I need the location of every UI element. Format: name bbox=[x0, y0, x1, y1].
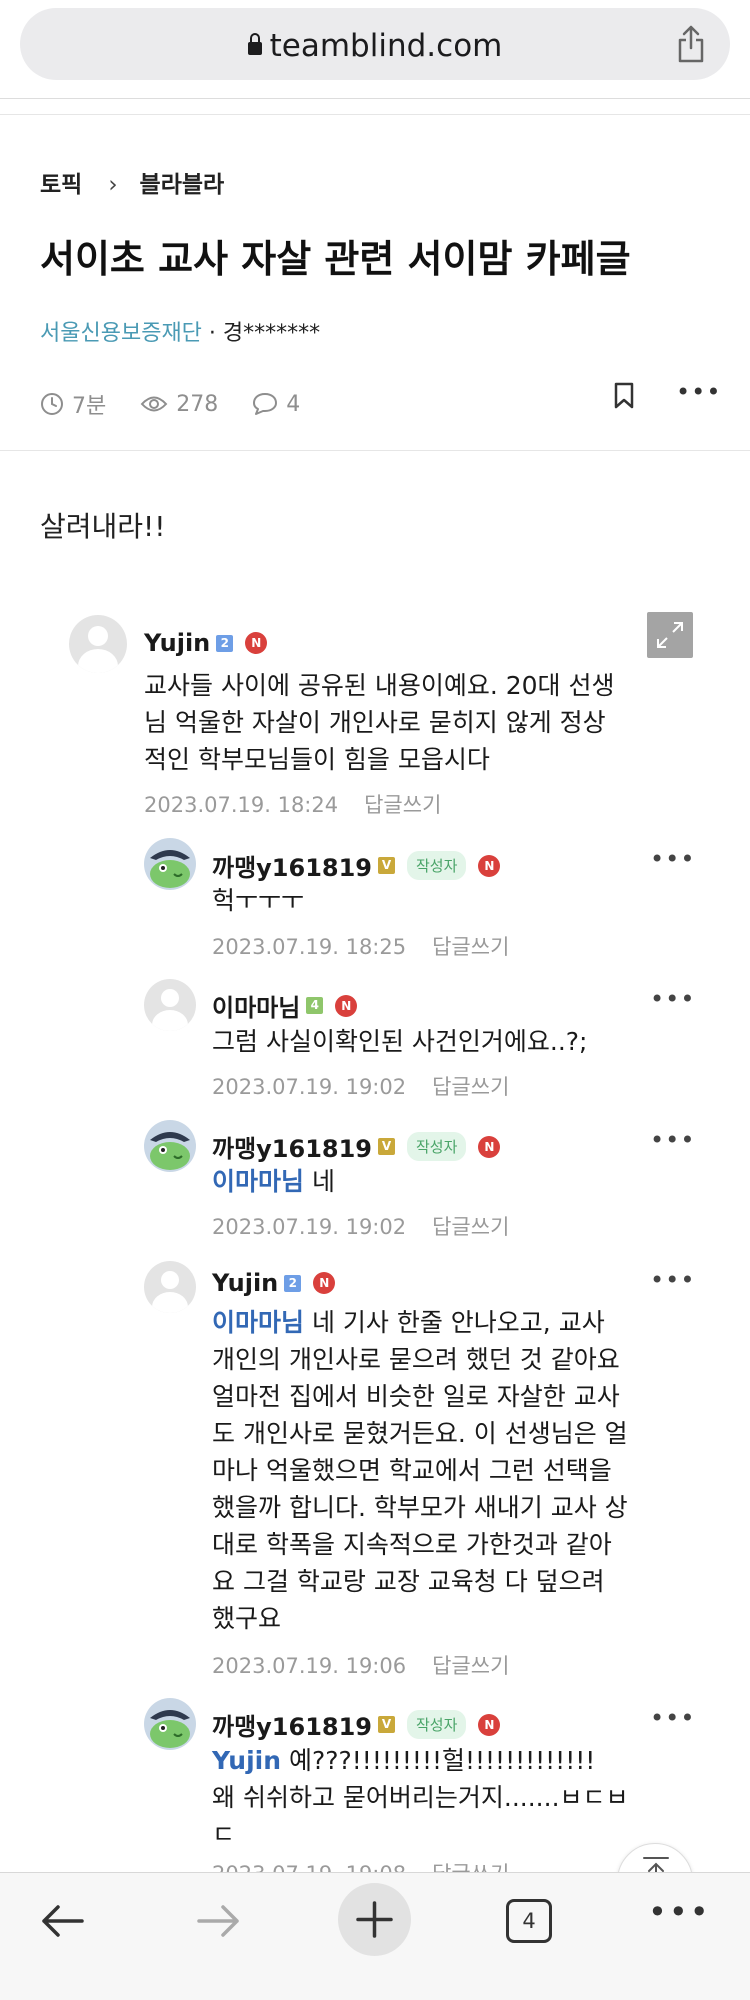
comment-username[interactable]: Yujin 2 N bbox=[144, 629, 268, 657]
comment-username[interactable]: 이마마님 4 N bbox=[212, 988, 358, 1023]
comment-date: 2023.07.19. 18:25 bbox=[212, 935, 407, 959]
comment-meta: 2023.07.19. 19:02 답글쓰기 bbox=[212, 1211, 509, 1241]
comment-username[interactable]: 까맹y161819 V 작성자 N bbox=[212, 1129, 501, 1164]
verified-badge: V bbox=[378, 857, 395, 874]
comment-text: 교사들 사이에 공유된 내용이예요. 20대 선생 님 억울한 자살이 개인사로… bbox=[144, 671, 615, 774]
post-meta: 7분 278 4 bbox=[40, 388, 334, 420]
new-badge: N bbox=[245, 632, 268, 654]
comments-meta[interactable]: 4 bbox=[252, 392, 300, 417]
post-views: 278 bbox=[176, 391, 219, 417]
clock-icon bbox=[41, 393, 63, 415]
comment-text: 헉ㅜㅜㅜ bbox=[212, 886, 305, 915]
browser-toolbar: 4 ••• bbox=[0, 1872, 750, 2000]
reply-link[interactable]: 답글쓰기 bbox=[432, 1075, 509, 1099]
author-badge: 작성자 bbox=[407, 851, 467, 880]
breadcrumb-board[interactable]: 블라블라 bbox=[140, 172, 225, 198]
verified-badge: V bbox=[378, 1138, 395, 1155]
comment-more-icon[interactable]: ••• bbox=[650, 1266, 695, 1294]
new-badge: N bbox=[478, 1135, 501, 1158]
new-tab-button[interactable] bbox=[338, 1883, 411, 1956]
plus-icon bbox=[356, 1901, 393, 1938]
expand-icon[interactable] bbox=[647, 612, 693, 658]
author-badge: 작성자 bbox=[407, 1710, 467, 1739]
comment-date: 2023.07.19. 18:24 bbox=[144, 793, 339, 817]
reply-link[interactable]: 답글쓰기 bbox=[364, 793, 441, 817]
breadcrumb-topic[interactable]: 토픽 bbox=[40, 172, 82, 198]
post-more-icon[interactable]: ••• bbox=[676, 378, 721, 406]
comment-username[interactable]: 까맹y161819 V 작성자 N bbox=[212, 1707, 501, 1742]
comment-text: 그럼 사실이확인된 사건인거에요..?; bbox=[212, 1027, 588, 1056]
mention-link[interactable]: 이마마님 bbox=[212, 1308, 304, 1337]
post-body: 살려내라!! bbox=[40, 510, 166, 543]
lock-icon bbox=[247, 33, 262, 55]
comment-more-icon[interactable]: ••• bbox=[650, 985, 695, 1013]
new-badge: N bbox=[313, 1272, 336, 1294]
comment-more-icon[interactable]: ••• bbox=[650, 1126, 695, 1154]
time-meta: 7분 bbox=[40, 388, 106, 420]
bookmark-icon[interactable] bbox=[612, 382, 636, 410]
address-bar[interactable]: teamblind.com bbox=[20, 8, 730, 80]
author-badge: 작성자 bbox=[407, 1132, 467, 1161]
comment-icon bbox=[253, 393, 278, 415]
post-author-line: 서울신용보증재단 · 경******* bbox=[40, 315, 320, 347]
share-icon[interactable] bbox=[676, 24, 706, 64]
avatar[interactable] bbox=[69, 615, 127, 673]
reply-link[interactable]: 답글쓰기 bbox=[432, 935, 509, 959]
new-badge: N bbox=[478, 1713, 501, 1736]
comment-date: 2023.07.19. 19:06 bbox=[212, 1654, 407, 1678]
comment-date: 2023.07.19. 19:02 bbox=[212, 1215, 407, 1239]
avatar[interactable] bbox=[144, 1261, 196, 1313]
avatar[interactable] bbox=[144, 1698, 196, 1750]
comment-more-icon[interactable]: ••• bbox=[650, 1704, 695, 1732]
level-badge: 2 bbox=[284, 1274, 302, 1292]
comment-meta: 2023.07.19. 19:02 답글쓰기 bbox=[212, 1071, 509, 1101]
comment-text: 이마마님 네 bbox=[212, 1167, 335, 1196]
chevron-right-icon: › bbox=[108, 172, 118, 198]
new-badge: N bbox=[478, 854, 501, 877]
divider bbox=[0, 114, 750, 115]
divider bbox=[0, 450, 750, 451]
comment-more-icon[interactable]: ••• bbox=[650, 845, 695, 873]
post-title: 서이초 교사 자살 관련 서이맘 카페글 bbox=[40, 237, 631, 281]
verified-badge: V bbox=[378, 1716, 395, 1733]
post-time: 7분 bbox=[72, 394, 107, 419]
comment-username[interactable]: Yujin 2 N bbox=[212, 1269, 336, 1297]
url-text[interactable]: teamblind.com bbox=[20, 28, 730, 64]
author-name: · 경******* bbox=[208, 321, 321, 346]
company-link[interactable]: 서울신용보증재단 bbox=[40, 321, 202, 346]
mention-link[interactable]: Yujin bbox=[212, 1746, 281, 1775]
comment-meta: 2023.07.19. 18:25 답글쓰기 bbox=[212, 931, 509, 961]
reply-link[interactable]: 답글쓰기 bbox=[432, 1654, 509, 1678]
level-badge: 4 bbox=[306, 997, 324, 1014]
reply-link[interactable]: 답글쓰기 bbox=[432, 1215, 509, 1239]
post-comment-count: 4 bbox=[286, 391, 301, 417]
breadcrumb: 토픽 › 블라블라 bbox=[40, 165, 224, 199]
level-badge: 2 bbox=[216, 634, 234, 652]
forward-arrow-icon[interactable] bbox=[195, 1901, 241, 1941]
avatar[interactable] bbox=[144, 1120, 196, 1172]
tabs-button[interactable]: 4 bbox=[506, 1899, 552, 1943]
divider bbox=[0, 98, 750, 99]
avatar[interactable] bbox=[144, 838, 196, 890]
comment-text: 이마마님 네 기사 한줄 안나오고, 교사 개인의 개인사로 묻으려 했던 것 … bbox=[212, 1308, 628, 1633]
comment-date: 2023.07.19. 19:02 bbox=[212, 1075, 407, 1099]
new-badge: N bbox=[335, 994, 358, 1017]
comment-meta: 2023.07.19. 19:06 답글쓰기 bbox=[212, 1650, 509, 1680]
comment-text: Yujin 예???!!!!!!!!!헐!!!!!!!!!!!!! 왜 쉬쉬하고… bbox=[212, 1746, 629, 1849]
views-meta: 278 bbox=[140, 392, 218, 417]
more-icon[interactable]: ••• bbox=[648, 1893, 711, 1931]
comment-username[interactable]: 까맹y161819 V 작성자 N bbox=[212, 848, 501, 883]
back-arrow-icon[interactable] bbox=[40, 1901, 86, 1941]
mention-link[interactable]: 이마마님 bbox=[212, 1167, 304, 1196]
eye-icon bbox=[140, 396, 168, 412]
comment-meta: 2023.07.19. 18:24 답글쓰기 bbox=[144, 789, 441, 819]
avatar[interactable] bbox=[144, 979, 196, 1031]
